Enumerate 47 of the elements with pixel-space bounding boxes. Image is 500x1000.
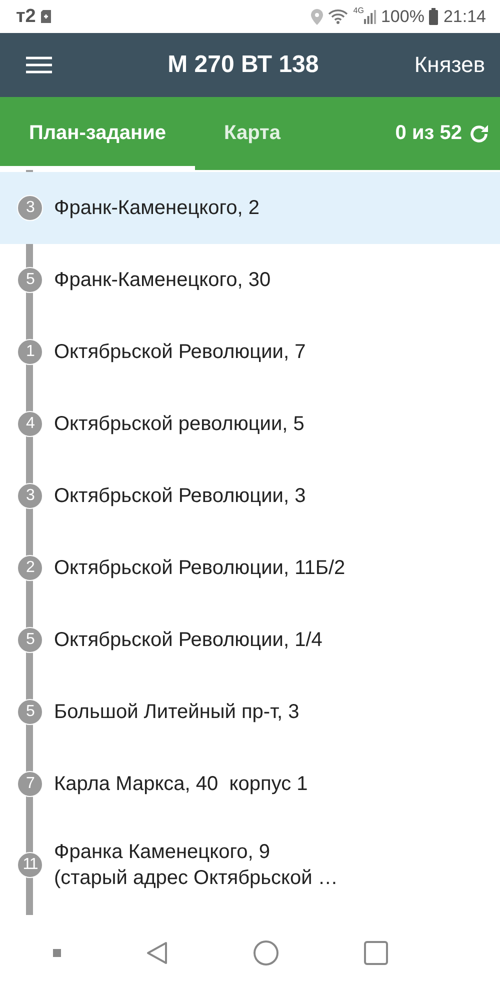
order-badge: 3 bbox=[17, 483, 43, 509]
location-icon bbox=[311, 8, 324, 24]
order-badge: 7 bbox=[17, 771, 43, 797]
order-badge: 5 bbox=[17, 627, 43, 653]
signal-icon bbox=[364, 9, 376, 24]
order-badge: 4 bbox=[17, 411, 43, 437]
stop-address: Октябрьской Революции, 1/4 bbox=[54, 628, 322, 653]
menu-icon[interactable] bbox=[26, 56, 52, 74]
stop-row[interactable]: 5 Большой Литейный пр-т, 3 bbox=[0, 676, 500, 748]
order-badge: 11 bbox=[17, 852, 43, 878]
driver-name: Князев bbox=[414, 52, 485, 78]
stop-row[interactable]: 4 Октябрьской революции, 5 bbox=[0, 388, 500, 460]
clock: 21:14 bbox=[443, 6, 486, 26]
refresh-icon[interactable] bbox=[468, 122, 490, 144]
stop-address: Большой Литейный пр-т, 3 bbox=[54, 700, 300, 725]
order-badge: 3 bbox=[17, 195, 43, 221]
stop-address: Франк-Каменецкого, 30 bbox=[54, 268, 271, 293]
stop-row[interactable]: 11 Франка Каменецкого, 9 (старый адрес Октябрьской … bbox=[0, 820, 500, 910]
stop-address: Октябрьской Революции, 3 bbox=[54, 484, 306, 509]
order-badge: 5 bbox=[17, 699, 43, 725]
stop-address: Октябрьской Революции, 11Б/2 bbox=[54, 556, 346, 581]
stop-address: Карла Маркса, 40 корпус 1 bbox=[54, 772, 308, 797]
stop-row[interactable]: 5 Франк-Каменецкого, 30 bbox=[0, 244, 500, 316]
wifi-icon bbox=[328, 9, 348, 24]
home-icon[interactable] bbox=[252, 940, 278, 966]
back-icon[interactable] bbox=[146, 940, 168, 964]
progress-counter: 0 из 52 bbox=[395, 122, 462, 145]
stop-row[interactable]: 5 Октябрьской Революции, 1/4 bbox=[0, 604, 500, 676]
stop-row[interactable]: 3 Октябрьской Революции, 3 bbox=[0, 460, 500, 532]
stop-address: Октябрьской революции, 5 bbox=[54, 412, 304, 437]
stop-row[interactable]: 2 Октябрьской Революции, 11Б/2 bbox=[0, 532, 500, 604]
order-badge: 2 bbox=[17, 555, 43, 581]
battery-percent: 100% bbox=[380, 6, 424, 26]
stop-address: Франка Каменецкого, 9 (старый адрес Октябрьской … bbox=[54, 840, 338, 891]
order-badge: 1 bbox=[17, 339, 43, 365]
stop-row[interactable]: 3 Франк-Каменецкого, 2 bbox=[0, 172, 500, 244]
order-badge: 5 bbox=[17, 267, 43, 293]
carrier-name: т2 bbox=[16, 6, 36, 28]
sim-icon bbox=[40, 10, 51, 23]
recents-icon[interactable] bbox=[364, 940, 388, 964]
battery-icon bbox=[429, 8, 438, 25]
stop-row[interactable]: 7 Карла Маркса, 40 корпус 1 bbox=[0, 748, 500, 820]
network-type: 4G bbox=[353, 6, 364, 15]
vehicle-plate: М 270 ВТ 138 bbox=[166, 51, 320, 79]
stop-address: Октябрьской Революции, 7 bbox=[54, 340, 306, 365]
stop-row[interactable]: 1 Октябрьской Революции, 7 bbox=[0, 316, 500, 388]
stop-address: Франк-Каменецкого, 2 bbox=[54, 196, 260, 221]
